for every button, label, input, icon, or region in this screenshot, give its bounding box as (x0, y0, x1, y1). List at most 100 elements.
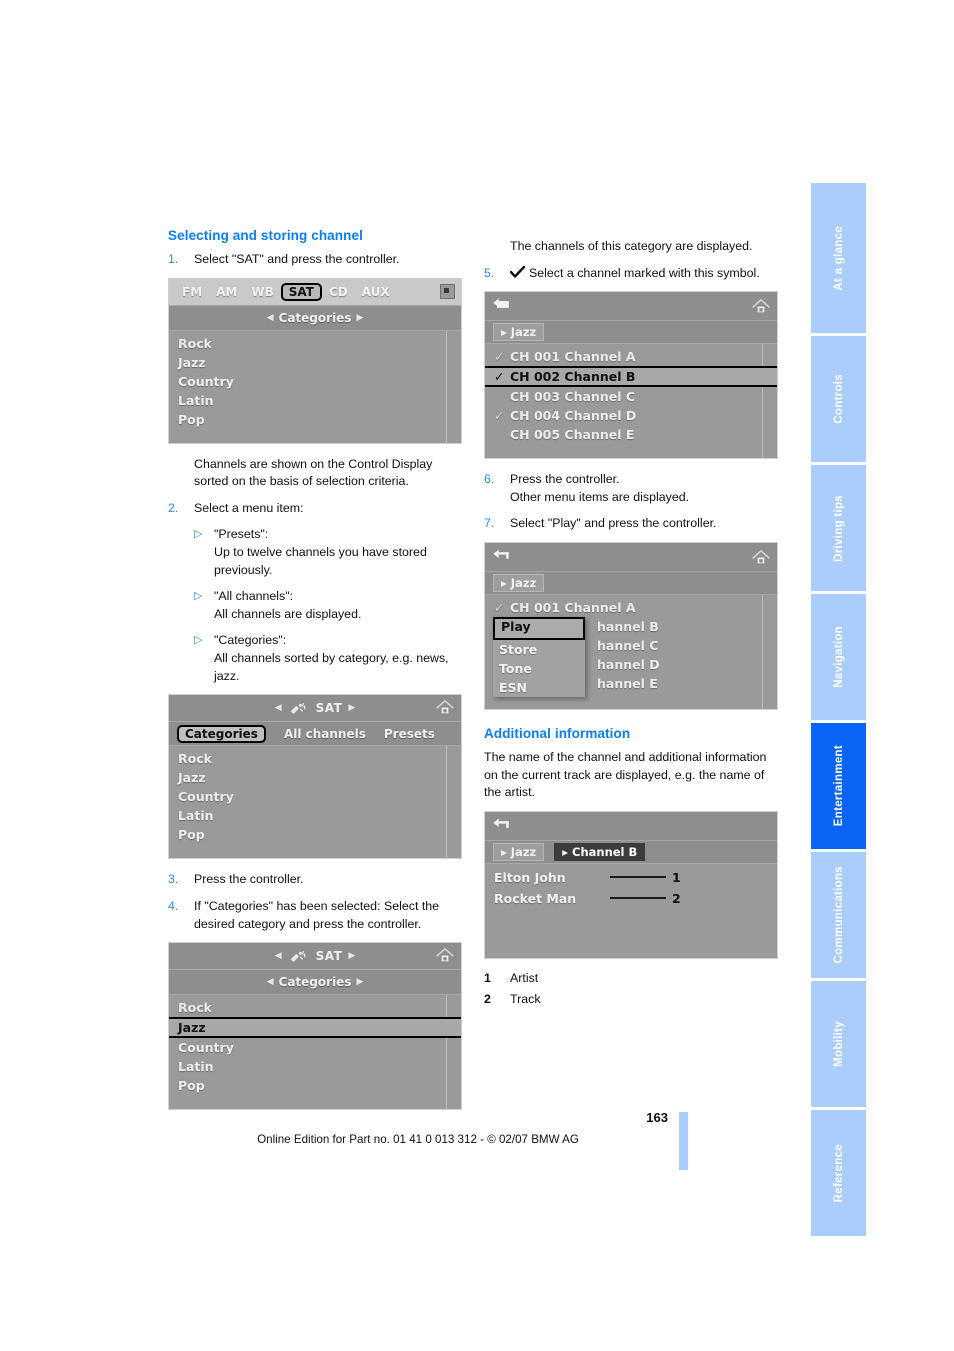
menu-item-play[interactable]: Play (493, 617, 585, 641)
list-item[interactable]: Country (169, 372, 461, 391)
home-icon[interactable] (435, 699, 455, 716)
list-item[interactable]: Pop (169, 825, 461, 844)
list-item-selected[interactable]: Jazz (169, 1017, 461, 1039)
intro-text: The channels of this category are displa… (510, 239, 753, 253)
page-title: Selecting and storing channel (168, 228, 363, 243)
tab-presets[interactable]: Presets (384, 727, 435, 741)
side-tab-navigation[interactable]: Navigation (811, 594, 866, 720)
sat-label: SAT (315, 949, 343, 964)
step-text: Select a channel marked with this symbol… (510, 265, 780, 283)
checkmark-icon: ✓ (494, 369, 505, 385)
list-item[interactable]: Latin (169, 1057, 461, 1076)
home-icon[interactable] (751, 549, 771, 566)
tab-all-channels[interactable]: All channels (284, 727, 366, 741)
home-icon[interactable] (435, 947, 455, 964)
breadcrumb-jazz[interactable]: ▸ Jazz (493, 574, 545, 593)
chevron-right-icon: ▶ (356, 312, 364, 323)
breadcrumb-label: Jazz (510, 576, 537, 591)
manual-page: At a glance Controls Driving tips Naviga… (0, 0, 954, 1351)
menu-item-tone[interactable]: Tone (493, 659, 585, 678)
step-text: If "Categories" has been selected: Selec… (194, 898, 440, 931)
menu-item-store[interactable]: Store (493, 640, 585, 659)
menu-item-esn[interactable]: ESN (493, 678, 585, 697)
step-number: 7. (484, 516, 495, 531)
list-item[interactable]: Jazz (169, 353, 461, 372)
back-arrow-icon[interactable] (492, 817, 512, 832)
source-sat[interactable]: SAT (280, 282, 322, 301)
source-aux[interactable]: AUX (355, 284, 397, 300)
bullet-desc: Up to twelve channels you have stored pr… (214, 545, 427, 577)
source-wb[interactable]: WB (244, 284, 280, 300)
step-5: 5. Select a channel marked with this sym… (484, 265, 780, 283)
triangle-right-icon: ▷ (194, 590, 203, 603)
side-tab-entertainment[interactable]: Entertainment (811, 723, 866, 849)
channel-label: CH 001 Channel A (510, 349, 636, 365)
bullet-categories: ▷ "Categories": All channels sorted by c… (194, 632, 464, 685)
breadcrumb-bar: ▸ Jazz ▸ Channel B (485, 840, 777, 864)
side-tab-mobility[interactable]: Mobility (811, 981, 866, 1107)
breadcrumb-label: Channel B (572, 844, 638, 859)
list-item[interactable]: Country (169, 1038, 461, 1057)
legend-key: 2 (484, 991, 491, 1006)
table-row[interactable]: CH 005 Channel E (485, 425, 777, 444)
back-arrow-icon[interactable] (492, 297, 512, 312)
list-item[interactable]: Rock (169, 998, 461, 1017)
breadcrumb-jazz[interactable]: ▸ Jazz (493, 842, 545, 861)
source-fm[interactable]: FM (175, 284, 209, 300)
satellite-icon (290, 702, 306, 714)
side-tab-controls[interactable]: Controls (811, 336, 866, 462)
category-list: Rock Jazz Country Latin Pop (169, 995, 461, 1110)
side-tab-at-a-glance[interactable]: At a glance (811, 183, 866, 333)
list-item[interactable]: Latin (169, 806, 461, 825)
breadcrumb-jazz[interactable]: ▸ Jazz (493, 323, 545, 342)
side-tab-label: Entertainment (832, 745, 845, 827)
step-5-text: Select a channel marked with this symbol… (529, 265, 760, 280)
table-row-selected[interactable]: ✓ CH 002 Channel B (485, 366, 777, 388)
step-text: Select a menu item: (194, 500, 304, 515)
table-row[interactable]: CH 003 Channel C (485, 387, 777, 406)
table-row[interactable]: ✓ CH 004 Channel D (485, 406, 777, 425)
checkmark-icon (510, 265, 525, 278)
additional-information-heading: Additional information (484, 726, 631, 742)
source-cd[interactable]: CD (322, 284, 355, 300)
step-number: 5. (484, 265, 495, 280)
list-item[interactable]: Rock (169, 334, 461, 353)
chevron-right-icon: ▶ (356, 977, 364, 988)
step-text: Press the controller. Other menu items a… (510, 471, 780, 506)
artist-name: Elton John (494, 869, 566, 885)
list-item[interactable]: Pop (169, 1076, 461, 1095)
figure-now-playing: ▸ Jazz ▸ Channel B Elton John 1 Rocket M… (484, 810, 778, 959)
bullet-all-channels: ▷ "All channels": All channels are displ… (194, 588, 464, 623)
chevron-left-icon: ◀ (266, 977, 274, 988)
bullet-presets: ▷ "Presets": Up to twelve channels you h… (194, 526, 464, 579)
side-tab-driving-tips[interactable]: Driving tips (811, 465, 866, 591)
side-tab-communications[interactable]: Communications (811, 852, 866, 978)
list-item[interactable]: Jazz (169, 768, 461, 787)
step-number: 4. (168, 898, 179, 913)
channel-label: CH 005 Channel E (510, 427, 635, 443)
title-label: Categories (278, 310, 352, 325)
figure-context-menu: ▸ Jazz ✓ CH 001 Channel A hannel B hannel… (484, 542, 778, 711)
bullet-desc: All channels sorted by category, e.g. ne… (214, 651, 449, 683)
tab-categories[interactable]: Categories (177, 724, 266, 743)
back-arrow-icon[interactable] (492, 548, 512, 563)
side-tab-reference[interactable]: Reference (811, 1110, 866, 1236)
source-am[interactable]: AM (209, 284, 244, 300)
list-item[interactable]: Country (169, 787, 461, 806)
page-number: 163 (646, 1110, 668, 1125)
breadcrumb-channel-b[interactable]: ▸ Channel B (554, 842, 646, 861)
list-item[interactable]: Rock (169, 749, 461, 768)
table-row[interactable]: ✓ CH 001 Channel A (485, 347, 777, 366)
display-tabs: Categories All channels Presets (169, 722, 461, 747)
side-tab-label: At a glance (832, 225, 845, 291)
channel-label: hannel C (597, 638, 659, 654)
satellite-icon (290, 950, 306, 962)
list-item[interactable]: Latin (169, 391, 461, 410)
list-item[interactable]: Pop (169, 410, 461, 429)
table-row[interactable]: ✓ CH 001 Channel A (485, 598, 777, 617)
home-icon[interactable] (751, 298, 771, 315)
step-text: Select "Play" and press the controller. (510, 516, 717, 531)
track-name: Rocket Man (494, 890, 577, 906)
category-list: Rock Jazz Country Latin Pop (169, 746, 461, 859)
side-tab-label: Controls (832, 374, 845, 424)
